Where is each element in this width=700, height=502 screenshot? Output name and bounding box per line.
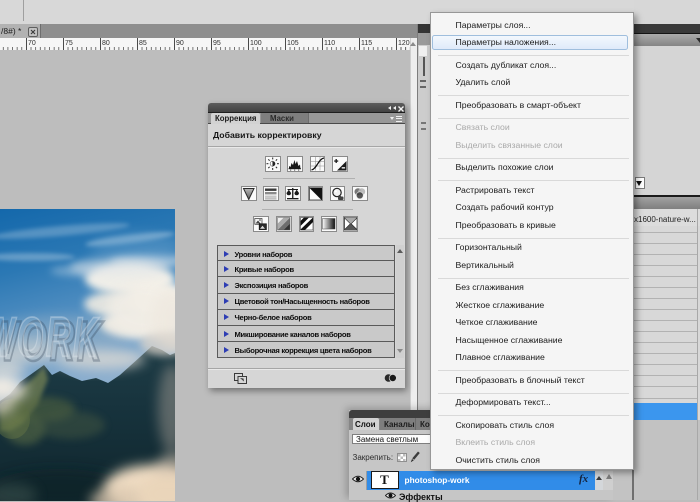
svg-text:100: 100	[250, 40, 262, 47]
svg-text:75: 75	[65, 40, 73, 47]
svg-text:115: 115	[361, 40, 372, 47]
svg-text:110: 110	[324, 40, 335, 47]
svg-text:105: 105	[287, 40, 299, 47]
svg-text:WORK: WORK	[0, 304, 100, 368]
svg-text:95: 95	[213, 40, 221, 47]
svg-text:80: 80	[102, 40, 110, 47]
svg-text:70: 70	[28, 40, 36, 47]
svg-text:90: 90	[176, 40, 184, 47]
svg-text:85: 85	[139, 40, 147, 47]
svg-text:120: 120	[398, 40, 410, 47]
